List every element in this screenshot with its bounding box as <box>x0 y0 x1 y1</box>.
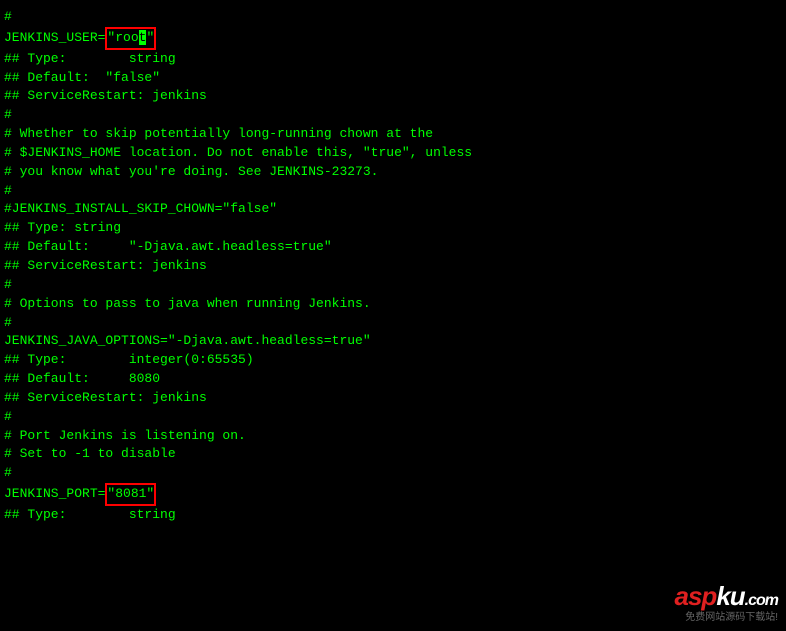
config-line: ## ServiceRestart: jenkins <box>4 87 782 106</box>
config-line: # $JENKINS_HOME location. Do not enable … <box>4 144 782 163</box>
config-line: ## ServiceRestart: jenkins <box>4 257 782 276</box>
config-line: ## Default: 8080 <box>4 370 782 389</box>
config-line: ## ServiceRestart: jenkins <box>4 389 782 408</box>
key-text: JENKINS_PORT= <box>4 486 105 501</box>
highlight-box: "8081" <box>105 483 156 506</box>
highlight-box: "root" <box>105 27 156 50</box>
watermark-red: asp <box>675 581 717 611</box>
value-pre: "roo <box>107 30 138 45</box>
config-line: # Whether to skip potentially long-runni… <box>4 125 782 144</box>
config-line: ## Type: integer(0:65535) <box>4 351 782 370</box>
config-line-jenkins-port: JENKINS_PORT="8081" <box>4 483 782 506</box>
config-line: # <box>4 276 782 295</box>
watermark-outline: ku <box>716 581 744 611</box>
watermark-sub: 免费网站源码下载站! <box>675 608 779 623</box>
value-post: " <box>146 30 154 45</box>
config-line: # Options to pass to java when running J… <box>4 295 782 314</box>
watermark-suffix: .com <box>745 592 778 609</box>
config-line: ## Type: string <box>4 506 782 525</box>
config-line: # <box>4 464 782 483</box>
config-line: # Set to -1 to disable <box>4 445 782 464</box>
terminal-content[interactable]: # JENKINS_USER="root" ## Type: string ##… <box>4 8 782 525</box>
config-line-jenkins-user: JENKINS_USER="root" <box>4 27 782 50</box>
value-text: "8081" <box>107 486 154 501</box>
config-line: #JENKINS_INSTALL_SKIP_CHOWN="false" <box>4 200 782 219</box>
config-line: JENKINS_JAVA_OPTIONS="-Djava.awt.headles… <box>4 332 782 351</box>
config-line: # Port Jenkins is listening on. <box>4 427 782 446</box>
config-line: # <box>4 182 782 201</box>
watermark-logo: aspku.com 免费网站源码下载站! <box>675 581 779 623</box>
config-line: # <box>4 314 782 333</box>
config-line: # <box>4 8 782 27</box>
config-line: ## Default: "false" <box>4 69 782 88</box>
config-line: # <box>4 106 782 125</box>
config-line: ## Default: "-Djava.awt.headless=true" <box>4 238 782 257</box>
config-line: # <box>4 408 782 427</box>
config-line: ## Type: string <box>4 50 782 69</box>
config-line: # you know what you're doing. See JENKIN… <box>4 163 782 182</box>
config-line: ## Type: string <box>4 219 782 238</box>
key-text: JENKINS_USER= <box>4 30 105 45</box>
